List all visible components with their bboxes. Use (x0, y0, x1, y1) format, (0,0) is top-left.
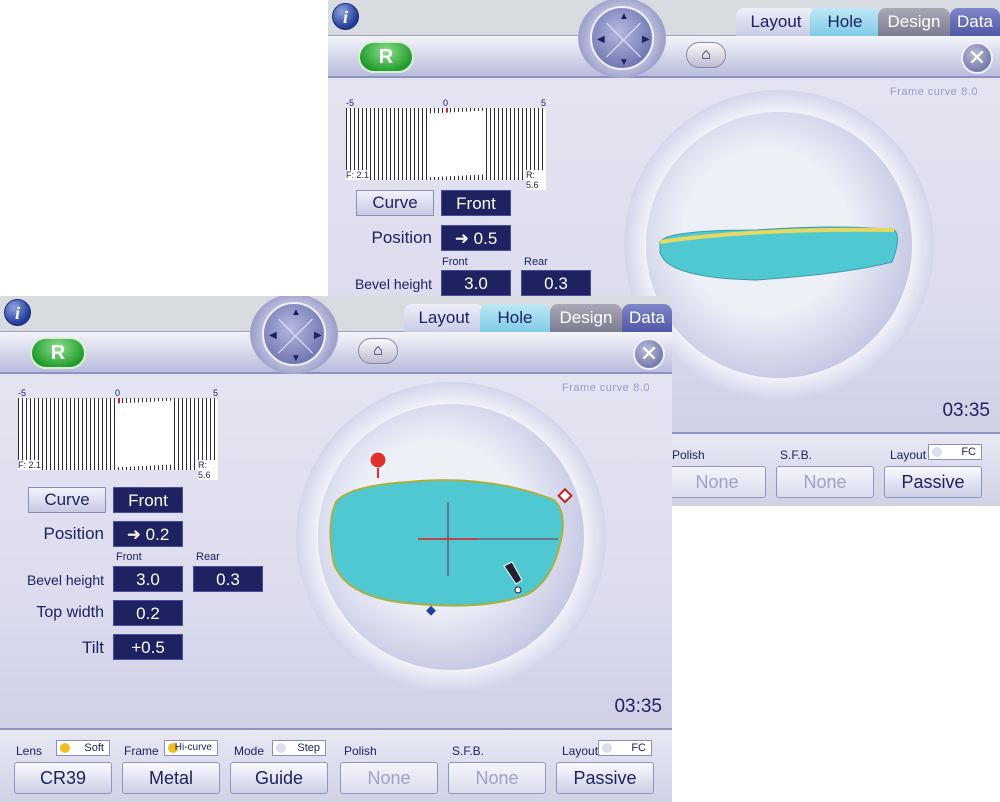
mode-step-toggle[interactable]: Step (272, 740, 326, 756)
frame-button[interactable]: Metal (122, 762, 220, 794)
bevel-rear-value[interactable]: 0.3 (193, 566, 263, 592)
arrow-down-icon[interactable]: ▼ (291, 354, 301, 364)
home-icon[interactable]: ⌂ (358, 338, 398, 364)
arrow-up-icon[interactable]: ▲ (291, 308, 301, 318)
close-icon[interactable]: ✕ (633, 338, 665, 370)
curve-label[interactable]: Curve (356, 190, 434, 216)
bevel-height-label: Bevel height (354, 276, 432, 292)
tab-layout[interactable]: Layout (404, 304, 484, 332)
position-value[interactable]: ➜ 0.5 (441, 225, 511, 251)
polish-button[interactable]: None (340, 762, 438, 794)
tab-layout[interactable]: Layout (736, 8, 816, 36)
tilt-label: Tilt (81, 638, 104, 657)
tab-data[interactable]: Data (950, 8, 1000, 36)
position-label: Position (43, 524, 104, 543)
info-icon[interactable]: i (332, 3, 359, 30)
curve-value[interactable]: Front (441, 190, 511, 216)
tab-data[interactable]: Data (622, 304, 672, 332)
layout-fc-toggle[interactable]: FC (928, 444, 982, 460)
tab-hole[interactable]: Hole (480, 304, 550, 332)
home-icon[interactable]: ⌂ (686, 42, 726, 68)
mode-button[interactable]: Guide (230, 762, 328, 794)
lens-soft-toggle[interactable]: Soft (56, 740, 110, 756)
right-lens-button[interactable]: R (358, 41, 414, 73)
position-label: Position (371, 228, 432, 247)
layout-button[interactable]: Passive (884, 466, 982, 498)
bevel-front-value[interactable]: 3.0 (113, 566, 183, 592)
arrow-down-icon[interactable]: ▼ (619, 58, 629, 68)
frame-hicurve-toggle[interactable]: Hi-curve (164, 740, 218, 756)
top-width-label: Top width (36, 604, 104, 621)
direction-pad[interactable]: ▲ ▼ ◀ ▶ (578, 0, 666, 78)
bevel-height-label: Bevel height (26, 572, 104, 588)
tab-design[interactable]: Design (550, 304, 622, 332)
bevel-front-value[interactable]: 3.0 (441, 270, 511, 296)
direction-pad[interactable]: ▲ ▼ ◀ ▶ (250, 296, 338, 374)
tilt-value[interactable]: +0.5 (113, 634, 183, 660)
curve-value[interactable]: Front (113, 487, 183, 513)
tab-hole[interactable]: Hole (810, 8, 880, 36)
map-pin-icon (369, 451, 387, 469)
diamond-marker-icon (557, 487, 573, 504)
lens-button[interactable]: CR39 (14, 762, 112, 794)
bevel-scale: -5 0 5 F: 2.1 R: 5.6 (18, 388, 219, 480)
info-icon[interactable]: i (4, 299, 31, 326)
arrow-left-icon[interactable]: ◀ (269, 331, 277, 341)
layout-fc-toggle[interactable]: FC (598, 740, 652, 756)
top-width-value[interactable]: 0.2 (113, 600, 183, 626)
arrow-up-icon[interactable]: ▲ (619, 12, 629, 22)
bottom-bar: Lens Soft Frame Hi-curve Mode Step Polis… (0, 728, 672, 802)
curve-label[interactable]: Curve (28, 487, 106, 513)
bevel-scale: -5 0 5 F: 2.1 R: 5.6 (346, 98, 547, 190)
blue-marker-icon (426, 605, 436, 616)
bevel-rear-value[interactable]: 0.3 (521, 270, 591, 296)
lens-profile (659, 226, 898, 281)
position-value[interactable]: ➜ 0.2 (113, 521, 183, 547)
polish-button[interactable]: None (668, 466, 766, 498)
frame-curve: Frame curve 8.0 (561, 382, 650, 394)
front-screen: i Layout Hole Design Data R ⌂ ✕ ▲ ▼ ◀ ▶ … (0, 296, 672, 802)
arrow-right-icon[interactable]: ▶ (642, 35, 650, 45)
tab-design[interactable]: Design (878, 8, 950, 36)
sfb-button[interactable]: None (776, 466, 874, 498)
lens-view (296, 382, 606, 692)
right-lens-button[interactable]: R (30, 337, 86, 369)
arrow-left-icon[interactable]: ◀ (597, 35, 605, 45)
layout-button[interactable]: Passive (556, 762, 654, 794)
lens-shape (329, 451, 573, 616)
arrow-right-icon[interactable]: ▶ (314, 331, 322, 341)
frame-curve: Frame curve 8.0 (889, 86, 978, 98)
clock: 03:35 (942, 400, 990, 421)
clock: 03:35 (614, 696, 662, 717)
sfb-button[interactable]: None (448, 762, 546, 794)
close-icon[interactable]: ✕ (961, 42, 993, 74)
